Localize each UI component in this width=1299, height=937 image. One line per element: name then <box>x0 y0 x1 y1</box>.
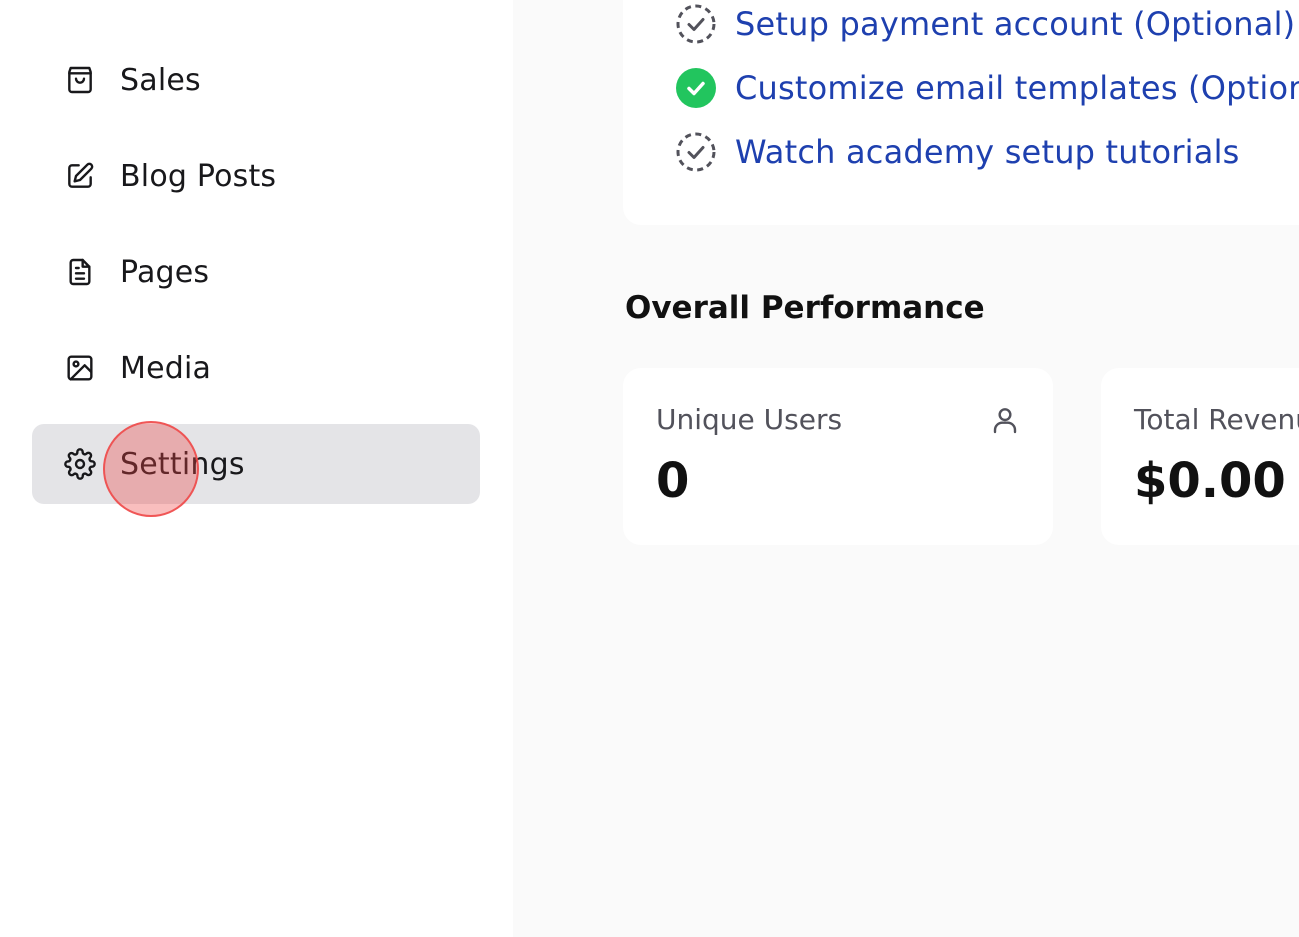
checklist-item-setup-payment[interactable]: Setup payment account (Optional) <box>675 4 1295 44</box>
edit-icon <box>64 160 96 192</box>
sidebar: Sales Blog Posts Pages Media Settings <box>0 0 513 937</box>
stat-label: Unique Users <box>656 403 843 436</box>
pending-check-icon <box>675 131 717 173</box>
check-circle-icon <box>675 67 717 109</box>
sidebar-item-label: Sales <box>120 62 201 98</box>
checklist-item-label: Watch academy setup tutorials <box>735 133 1240 171</box>
stat-label: Total Revenue <box>1134 403 1299 436</box>
sidebar-item-pages[interactable]: Pages <box>32 232 480 312</box>
sidebar-item-label: Pages <box>120 254 210 290</box>
sidebar-item-label: Settings <box>120 446 245 482</box>
gear-icon <box>64 448 96 480</box>
sidebar-item-settings[interactable]: Settings <box>32 424 480 504</box>
stat-value: 0 <box>656 453 690 509</box>
checklist-item-watch-tutorials[interactable]: Watch academy setup tutorials <box>675 132 1240 172</box>
checklist-item-label: Customize email templates (Optional) <box>735 69 1299 107</box>
stat-card-total-revenue: Total Revenue $0.00 <box>1101 368 1299 545</box>
sidebar-item-media[interactable]: Media <box>32 328 480 408</box>
user-icon <box>989 404 1021 436</box>
image-icon <box>64 352 96 384</box>
stat-value: $0.00 <box>1134 453 1286 509</box>
checklist-item-customize-email[interactable]: Customize email templates (Optional) <box>675 68 1299 108</box>
shopping-bag-icon <box>64 64 96 96</box>
sidebar-item-sales[interactable]: Sales <box>32 40 480 120</box>
main-content: Setup payment account (Optional) Customi… <box>513 0 1299 937</box>
checklist-item-label: Setup payment account (Optional) <box>735 5 1296 43</box>
sidebar-item-blog-posts[interactable]: Blog Posts <box>32 136 480 216</box>
sidebar-item-label: Blog Posts <box>120 158 277 194</box>
sidebar-item-label: Media <box>120 350 212 386</box>
section-title-overall-performance: Overall Performance <box>625 290 985 326</box>
pending-check-icon <box>675 3 717 45</box>
document-icon <box>64 256 96 288</box>
stat-card-unique-users: Unique Users 0 <box>623 368 1053 545</box>
